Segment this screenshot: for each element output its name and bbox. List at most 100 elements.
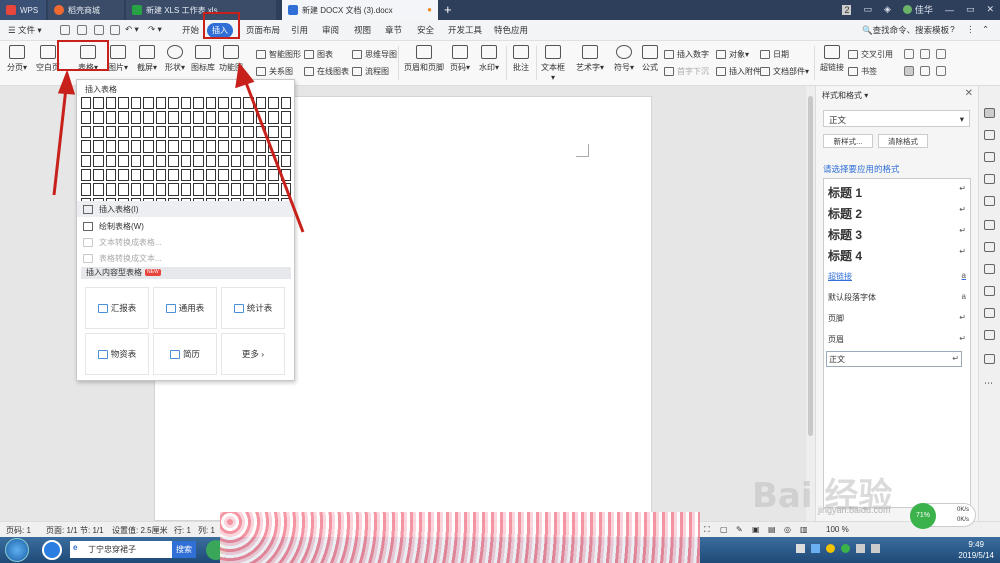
grid-cell[interactable] <box>218 125 229 139</box>
grid-cell[interactable] <box>268 154 279 167</box>
insert-number-button[interactable]: 插入数字 <box>664 49 709 60</box>
grid-cell[interactable] <box>230 111 242 124</box>
view-icon[interactable] <box>904 66 914 76</box>
grid-cell[interactable] <box>130 111 142 124</box>
grid-cell[interactable] <box>118 97 129 110</box>
tray-icon[interactable] <box>796 544 805 553</box>
grid-cell[interactable] <box>268 111 279 124</box>
grid-cell[interactable] <box>143 140 154 153</box>
grid-cell[interactable] <box>130 154 142 167</box>
network-speed-widget[interactable]: 71% 0K/s 0K/s <box>910 503 976 529</box>
layout-icon[interactable] <box>904 49 914 59</box>
preview-icon[interactable] <box>110 25 120 35</box>
grid-cell[interactable] <box>243 97 254 110</box>
close-icon[interactable]: ✕ <box>986 4 994 15</box>
function-chart-button[interactable]: 功能图 <box>218 41 244 73</box>
taskbar-search-input[interactable]: e 丁宁忠穿裙子 <box>70 541 172 558</box>
grid-cell[interactable] <box>93 140 104 153</box>
page-number-button[interactable]: 页码▾ <box>448 41 472 73</box>
picture-icon[interactable] <box>984 286 995 296</box>
protect-icon[interactable]: ▢ <box>720 525 728 534</box>
grid-cell[interactable] <box>230 183 242 196</box>
redo-icon[interactable]: ↷ ▾ <box>148 24 162 35</box>
online-chart-button[interactable]: 在线图表 <box>304 66 349 77</box>
grid-cell[interactable] <box>218 183 229 196</box>
page-break-button[interactable]: 分页▾ <box>4 41 30 73</box>
grid-cell[interactable] <box>230 97 242 110</box>
help-icon[interactable] <box>984 354 995 364</box>
grid-cell[interactable] <box>118 125 129 139</box>
header-footer-button[interactable]: 页眉和页脚 <box>402 41 446 73</box>
grid-cell[interactable] <box>168 97 179 110</box>
grid-cell[interactable] <box>105 154 117 167</box>
more-icon[interactable]: ⋯ <box>984 378 995 388</box>
menu-page-layout[interactable]: 页面布局 <box>246 24 280 36</box>
minimize-icon[interactable]: — <box>945 5 954 15</box>
more-icon[interactable]: ⋮ <box>966 24 975 35</box>
grid-cell[interactable] <box>218 111 229 124</box>
grid-cell[interactable] <box>143 111 154 124</box>
style-footer[interactable]: 页脚 ↵ <box>828 313 966 324</box>
shape-icon[interactable] <box>984 152 995 162</box>
cross-reference-button[interactable]: 交叉引用 <box>848 49 893 60</box>
star-icon[interactable] <box>984 220 995 230</box>
flowchart-button[interactable]: 流程图 <box>352 66 389 77</box>
collapse-ribbon-icon[interactable]: ⌃ <box>982 24 989 35</box>
grid-cell[interactable] <box>205 140 217 153</box>
grid-cell[interactable] <box>155 154 167 167</box>
bookmark-button[interactable]: 书签 <box>848 66 877 77</box>
tab-docer-mall[interactable]: 稻壳商城 <box>48 0 124 20</box>
menu-view[interactable]: 视图 <box>354 24 371 36</box>
grid-cell[interactable] <box>130 168 142 182</box>
tile-icon[interactable]: ▭ <box>863 4 872 15</box>
grid-cell[interactable] <box>180 183 192 196</box>
chart-button[interactable]: 图表 <box>304 49 333 60</box>
skin-icon[interactable]: ◈ <box>884 4 891 15</box>
grid-cell[interactable] <box>255 97 267 110</box>
grid-cell[interactable] <box>268 97 279 110</box>
grid-cell[interactable] <box>81 140 92 153</box>
adjust-icon[interactable] <box>984 174 995 184</box>
view-icon[interactable] <box>936 66 946 76</box>
general-table-card[interactable]: 通用表 <box>153 287 217 329</box>
zoom-level[interactable]: 100 % <box>826 525 849 534</box>
insert-attachment-button[interactable]: 插入附件 <box>716 66 761 77</box>
fit-icon[interactable]: ⛶ <box>704 525 710 535</box>
grid-cell[interactable] <box>93 111 104 124</box>
style-default-font[interactable]: 默认段落字体 a <box>828 292 966 303</box>
avatar[interactable]: 佳华 <box>902 3 933 16</box>
grid-cell[interactable] <box>143 154 154 167</box>
grid-cell[interactable] <box>130 183 142 196</box>
grid-cell[interactable] <box>143 183 154 196</box>
view-icon[interactable] <box>920 66 930 76</box>
grid-cell[interactable] <box>255 168 267 182</box>
grid-cell[interactable] <box>218 140 229 153</box>
layout-icon[interactable] <box>920 49 930 59</box>
page-view-icon[interactable]: ▣ <box>752 525 760 534</box>
grid-cell[interactable] <box>118 140 129 153</box>
grid-cell[interactable] <box>255 154 267 167</box>
style-heading-1[interactable]: 标题 1 ↵ <box>828 184 966 201</box>
insert-table-item[interactable]: 插入表格(I) <box>77 201 294 217</box>
grid-cell[interactable] <box>268 140 279 153</box>
grid-cell[interactable] <box>218 168 229 182</box>
smart-art-button[interactable]: 智能图形 <box>256 49 301 60</box>
relation-chart-button[interactable]: 关系图 <box>256 66 293 77</box>
grid-cell[interactable] <box>155 97 167 110</box>
more-tables-card[interactable]: 更多 › <box>221 333 285 375</box>
menu-chapter[interactable]: 章节 <box>385 24 402 36</box>
grid-cell[interactable] <box>268 183 279 196</box>
grid-cell[interactable] <box>243 125 254 139</box>
grid-cell[interactable] <box>81 125 92 139</box>
grid-cell[interactable] <box>168 168 179 182</box>
grid-cell[interactable] <box>155 125 167 139</box>
grid-cell[interactable] <box>205 183 217 196</box>
materials-table-card[interactable]: 物资表 <box>85 333 149 375</box>
grid-cell[interactable] <box>280 111 291 124</box>
grid-cell[interactable] <box>143 125 154 139</box>
grid-cell[interactable] <box>168 140 179 153</box>
grid-cell[interactable] <box>218 154 229 167</box>
wordart-button[interactable]: 艺术字▾ <box>576 41 604 73</box>
grid-cell[interactable] <box>193 111 204 124</box>
grid-cell[interactable] <box>168 111 179 124</box>
